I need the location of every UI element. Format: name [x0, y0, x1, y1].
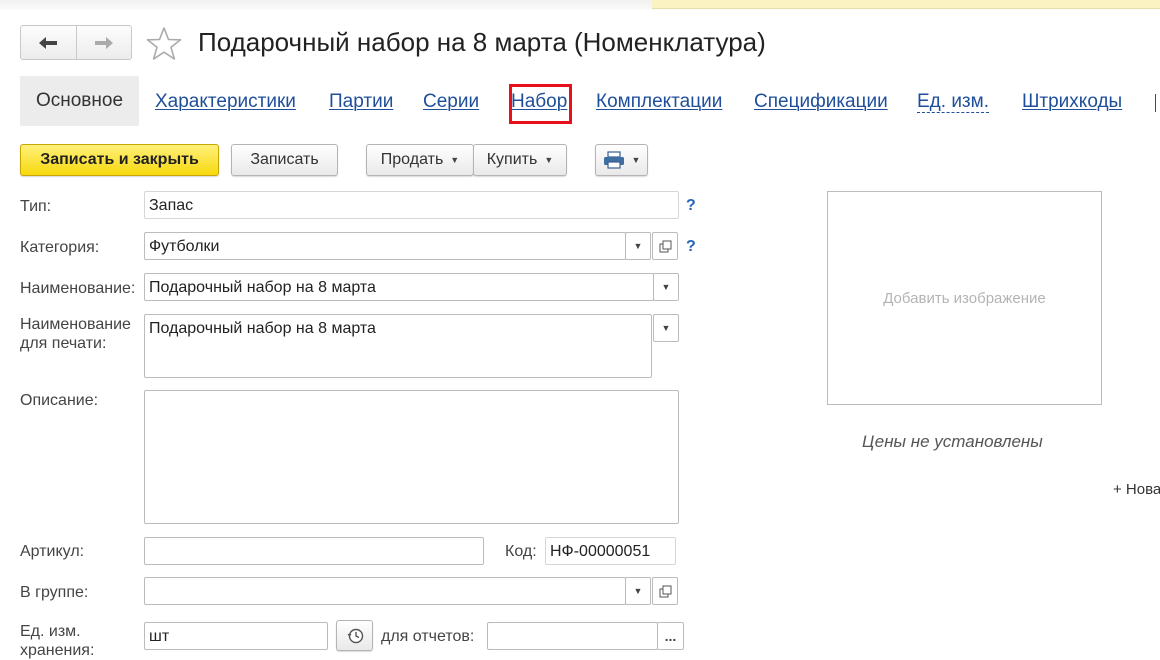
unit-label: Ед. изм. хранения: [20, 622, 94, 660]
print-name-label: Наименование для печати: [20, 315, 131, 353]
add-image-label: Добавить изображение [883, 289, 1046, 307]
type-label: Тип: [20, 198, 52, 215]
prices-status: Цены не установлены [862, 432, 1043, 451]
buy-button[interactable]: Купить ▼ [473, 144, 567, 176]
type-help-icon[interactable]: ? [686, 197, 696, 215]
arrow-left-icon [39, 36, 58, 49]
ellipsis-icon: ... [664, 628, 677, 644]
history-clock-icon [347, 628, 363, 643]
image-area[interactable]: Добавить изображение [827, 191, 1102, 405]
caret-down-icon: ▼ [633, 586, 643, 596]
name-field[interactable]: Подарочный набор на 8 марта [144, 273, 654, 301]
tab-units[interactable]: Ед. изм. [917, 92, 989, 113]
reports-unit-field[interactable] [487, 622, 658, 650]
name-label: Наименование: [20, 280, 136, 297]
tab-main[interactable]: Основное [20, 76, 139, 126]
category-label: Категория: [20, 239, 100, 256]
caret-down-icon: ▼ [450, 155, 460, 165]
back-button[interactable] [21, 26, 76, 59]
group-dropdown[interactable]: ▼ [625, 577, 651, 605]
print-name-label-line2: для печати: [20, 335, 107, 352]
history-nav [20, 25, 132, 60]
unit-label-line1: Ед. изм. [20, 623, 81, 640]
sell-button[interactable]: Продать ▼ [366, 144, 474, 176]
sell-label: Продать [380, 151, 444, 168]
print-name-label-line1: Наименование [20, 316, 131, 333]
tab-more-cut[interactable] [1155, 94, 1160, 112]
unit-field[interactable]: шт [144, 622, 328, 650]
unit-label-line2: хранения: [20, 642, 95, 659]
reports-unit-label: для отчетов: [381, 628, 475, 645]
caret-down-icon: ▼ [544, 155, 554, 165]
reports-unit-select[interactable]: ... [657, 622, 684, 650]
unit-history-button[interactable] [336, 620, 373, 651]
category-dropdown[interactable]: ▼ [625, 232, 651, 260]
group-open[interactable] [652, 577, 678, 605]
forward-button[interactable] [75, 26, 132, 59]
tab-series[interactable]: Серии [423, 91, 479, 113]
category-field[interactable]: Футболки [144, 232, 626, 260]
open-window-icon [659, 240, 671, 252]
code-field[interactable]: НФ-00000051 [545, 537, 676, 565]
print-name-dropdown[interactable]: ▼ [653, 314, 679, 342]
caret-down-icon: ▼ [661, 282, 671, 292]
article-label: Артикул: [20, 543, 85, 560]
star-icon[interactable] [146, 26, 182, 62]
save-close-button[interactable]: Записать и закрыть [20, 144, 219, 176]
open-window-icon [659, 585, 671, 597]
top-strip [0, 0, 1160, 10]
group-label: В группе: [20, 584, 89, 601]
save-button[interactable]: Записать [231, 144, 338, 176]
page-title: Подарочный набор на 8 марта (Номенклатур… [198, 27, 766, 57]
caret-down-icon: ▼ [633, 241, 643, 251]
caret-down-icon: ▼ [631, 155, 641, 165]
tab-characteristics[interactable]: Характеристики [155, 91, 296, 113]
tab-set-highlight [509, 84, 572, 124]
buy-label: Купить [486, 151, 538, 168]
type-field[interactable]: Запас [144, 191, 679, 219]
tab-bar: Основное Характеристики Партии Серии Наб… [20, 76, 1160, 126]
print-name-field[interactable]: Подарочный набор на 8 марта [144, 314, 652, 378]
article-field[interactable] [144, 537, 484, 565]
new-link[interactable]: + Нова [1113, 481, 1160, 498]
tab-barcodes[interactable]: Штрихкоды [1022, 91, 1122, 113]
printer-icon [603, 151, 624, 169]
name-dropdown[interactable]: ▼ [653, 273, 679, 301]
category-open[interactable] [652, 232, 678, 260]
caret-down-icon: ▼ [661, 323, 671, 333]
code-label: Код: [505, 543, 537, 560]
description-label: Описание: [20, 392, 99, 409]
tab-specifications[interactable]: Спецификации [754, 91, 888, 113]
print-button[interactable]: ▼ [595, 144, 648, 176]
category-help-icon[interactable]: ? [686, 238, 696, 256]
arrow-right-icon [94, 36, 113, 49]
tab-kits[interactable]: Комплектации [596, 91, 722, 113]
description-field[interactable] [144, 390, 679, 524]
tab-batches[interactable]: Партии [329, 91, 393, 113]
group-field[interactable] [144, 577, 626, 605]
notification-strip [652, 0, 1160, 9]
